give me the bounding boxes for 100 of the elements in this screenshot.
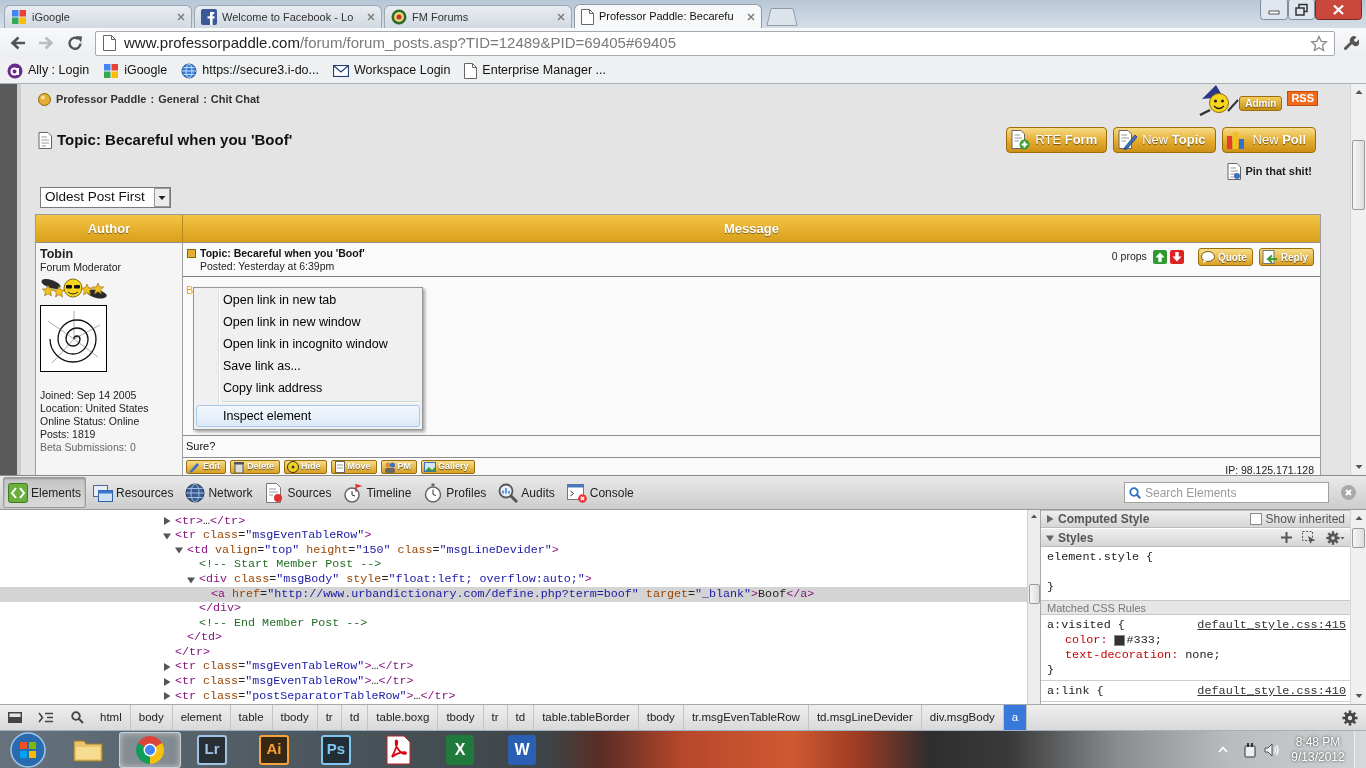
breadcrumb-link[interactable]: Chit Chat <box>210 91 260 108</box>
globe-icon <box>181 62 198 79</box>
wrench-icon[interactable] <box>1343 35 1359 51</box>
stopwatch-icon <box>423 482 444 503</box>
breadcrumb-link[interactable]: General <box>158 91 200 108</box>
context-menu-item[interactable]: Open link in new tab <box>196 289 420 311</box>
context-menu-item[interactable]: Save link as... <box>196 355 420 377</box>
disclosure-triangle-icon[interactable] <box>163 531 171 540</box>
disclosure-triangle-icon[interactable] <box>163 663 171 672</box>
section-header-bar[interactable]: Styles <box>1041 529 1350 547</box>
pin-topic-link[interactable]: Pin that shit! <box>1245 162 1312 180</box>
page-scrollbar[interactable] <box>1350 84 1366 475</box>
bookmark-link[interactable]: Workspace Login <box>354 61 451 80</box>
disclosure-triangle-icon[interactable] <box>163 517 171 526</box>
square-icon <box>187 249 196 258</box>
down-arrow-icon[interactable] <box>1169 250 1184 264</box>
console-icon[interactable] <box>38 712 54 723</box>
bookmark-link[interactable]: Ally : Login <box>28 61 90 80</box>
close-icon[interactable] <box>557 13 565 21</box>
taskbar-app-button[interactable] <box>119 731 181 768</box>
search-field[interactable]: Search Elements <box>1124 482 1329 503</box>
document-icon <box>38 131 52 149</box>
disclosure-triangle-icon[interactable] <box>187 575 195 584</box>
close-icon[interactable] <box>177 13 185 21</box>
scrollbar-thumb[interactable] <box>1028 584 1040 604</box>
post-title: Topic: Becareful when you 'Boof' <box>200 247 365 260</box>
stylesheet-link[interactable]: default_style.css:415 <box>1197 618 1346 633</box>
taskbar-app-button[interactable]: X <box>429 731 491 768</box>
gear-icon[interactable] <box>1326 530 1345 545</box>
plug-icon[interactable] <box>1243 741 1257 758</box>
disclosure-triangle-icon[interactable] <box>1046 515 1054 523</box>
element-picker-icon[interactable] <box>1302 531 1316 544</box>
star-icon[interactable] <box>1310 34 1328 52</box>
search-icon <box>1129 487 1141 499</box>
devtools-tab[interactable]: Timeline <box>338 477 417 508</box>
ip-address: IP: 98.125.171.128 <box>1225 463 1314 475</box>
devtools-tab[interactable]: Resources <box>88 477 179 508</box>
elements-scrollbar[interactable] <box>1027 510 1040 704</box>
clock-date: 9/13/2012 <box>1291 749 1345 765</box>
page-icon <box>464 62 478 79</box>
gear-icon[interactable] <box>1342 709 1358 726</box>
styles-scrollbar[interactable] <box>1350 510 1366 704</box>
stylesheet-link[interactable]: default_style.css:410 <box>1197 684 1346 699</box>
disclosure-triangle-icon[interactable] <box>163 692 171 701</box>
envelope-icon <box>333 64 349 77</box>
dom-breadcrumb[interactable]: a <box>1003 705 1028 730</box>
context-menu-item[interactable]: Inspect element <box>196 405 420 427</box>
reload-icon[interactable] <box>67 35 83 51</box>
devtools-tab[interactable]: Profiles <box>418 477 492 508</box>
hazard-sign-icon <box>287 461 299 473</box>
browser-tab[interactable]: iGoogle <box>4 5 192 28</box>
close-icon[interactable] <box>367 13 375 21</box>
app-logo-tile: Ps <box>321 734 351 765</box>
context-menu-item[interactable]: Open link in new window <box>196 311 420 333</box>
bookmark-link[interactable]: Enterprise Manager ... <box>482 61 606 80</box>
section-header-bar[interactable]: Computed Style Show inherited <box>1041 510 1350 528</box>
devtools-tab[interactable]: Audits <box>493 477 560 508</box>
scrollbar-thumb[interactable] <box>1352 140 1365 210</box>
devtools-tab[interactable]: Sources <box>259 477 337 508</box>
signature-text: Sure? <box>186 439 216 455</box>
checkbox[interactable] <box>1249 513 1262 525</box>
column-header: Message <box>183 215 1320 242</box>
browser-tab[interactable]: FM Forums <box>384 5 572 28</box>
plus-icon[interactable] <box>1281 532 1292 543</box>
address-field[interactable]: www.professorpaddle.com/forum/forum_posts.asp?TID=12489&PID=69405#69405 <box>95 30 1335 56</box>
context-menu-item[interactable]: Copy link address <box>196 377 420 399</box>
sort-order-select[interactable]: Oldest Post First <box>40 187 171 208</box>
browser-tab[interactable]: Professor Paddle: Becarefu <box>574 4 762 28</box>
devtools-tab[interactable]: Console <box>561 477 639 508</box>
taskbar-app-button[interactable]: Ps <box>305 731 367 768</box>
speaker-icon[interactable] <box>1264 742 1280 757</box>
column-header: Author <box>36 215 183 242</box>
close-button[interactable] <box>1315 0 1362 20</box>
restore-button[interactable] <box>1288 0 1315 20</box>
browser-tab[interactable]: Welcome to Facebook - Lo <box>194 5 382 28</box>
bookmark-link[interactable]: iGoogle <box>124 61 168 80</box>
search-icon[interactable] <box>71 711 84 724</box>
devtools-tab[interactable]: Elements <box>3 477 87 508</box>
trash-can-icon <box>233 461 245 473</box>
css-property-name: text-decoration: <box>1065 648 1179 663</box>
member-detail: Joined: Sep 14 2005 <box>40 389 137 402</box>
bookmark-link[interactable]: https://secure3.i-do... <box>202 61 319 80</box>
css-selector: a:visited { <box>1047 618 1125 633</box>
close-icon[interactable] <box>747 12 755 21</box>
back-arrow-icon[interactable] <box>10 36 26 50</box>
dock-icon[interactable] <box>8 712 22 723</box>
up-arrow-icon[interactable] <box>1152 250 1167 264</box>
people-icon <box>383 461 396 473</box>
start-button[interactable] <box>8 730 48 768</box>
taskbar-app-button[interactable]: Lr <box>181 731 243 768</box>
devtools-tab[interactable]: Network <box>180 477 258 508</box>
disclosure-triangle-icon[interactable] <box>1046 533 1054 542</box>
disclosure-triangle-icon[interactable] <box>175 546 183 555</box>
breadcrumb-link[interactable]: Professor Paddle <box>56 91 147 108</box>
member-detail: Beta Submissions: 0 <box>40 441 136 454</box>
context-menu-item[interactable]: Open link in incognito window <box>196 333 420 355</box>
taskbar-app-button[interactable]: W <box>491 731 553 768</box>
scrollbar-thumb[interactable] <box>1352 528 1365 548</box>
disclosure-triangle-icon[interactable] <box>163 677 171 686</box>
taskbar-app-button[interactable]: Ai <box>243 731 305 768</box>
